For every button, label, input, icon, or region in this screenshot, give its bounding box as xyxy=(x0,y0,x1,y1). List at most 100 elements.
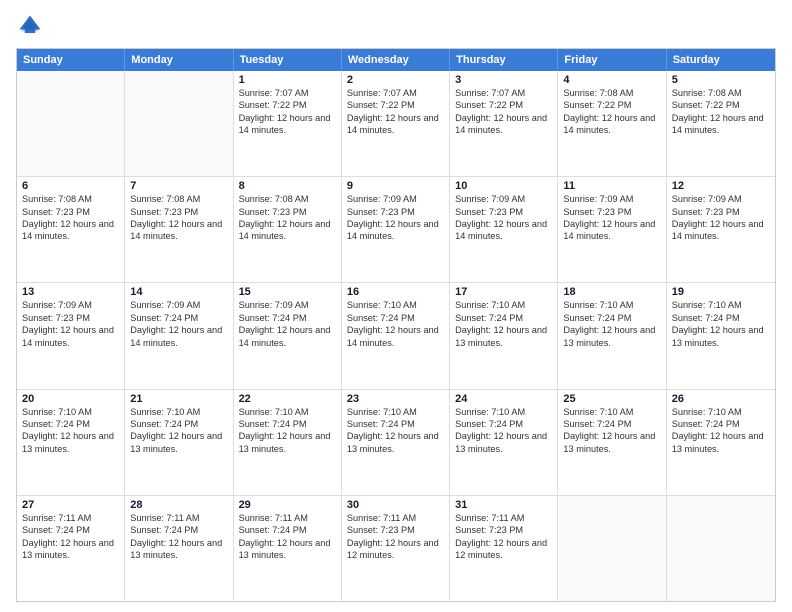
day-number: 10 xyxy=(455,180,552,192)
day-number: 28 xyxy=(130,499,227,511)
day-number: 20 xyxy=(22,393,119,405)
calendar-row-0: 1Sunrise: 7:07 AMSunset: 7:22 PMDaylight… xyxy=(17,71,775,176)
day-number: 17 xyxy=(455,286,552,298)
day-number: 11 xyxy=(563,180,660,192)
day-number: 29 xyxy=(239,499,336,511)
empty-cell xyxy=(17,71,125,176)
day-number: 7 xyxy=(130,180,227,192)
header-day-thursday: Thursday xyxy=(450,49,558,71)
calendar-header: SundayMondayTuesdayWednesdayThursdayFrid… xyxy=(17,49,775,71)
day-cell-24: 24Sunrise: 7:10 AMSunset: 7:24 PMDayligh… xyxy=(450,390,558,495)
day-cell-17: 17Sunrise: 7:10 AMSunset: 7:24 PMDayligh… xyxy=(450,283,558,388)
day-cell-12: 12Sunrise: 7:09 AMSunset: 7:23 PMDayligh… xyxy=(667,177,775,282)
calendar-row-4: 27Sunrise: 7:11 AMSunset: 7:24 PMDayligh… xyxy=(17,495,775,601)
day-cell-18: 18Sunrise: 7:10 AMSunset: 7:24 PMDayligh… xyxy=(558,283,666,388)
day-cell-23: 23Sunrise: 7:10 AMSunset: 7:24 PMDayligh… xyxy=(342,390,450,495)
day-info: Sunrise: 7:08 AMSunset: 7:22 PMDaylight:… xyxy=(563,87,660,137)
day-cell-4: 4Sunrise: 7:08 AMSunset: 7:22 PMDaylight… xyxy=(558,71,666,176)
day-info: Sunrise: 7:10 AMSunset: 7:24 PMDaylight:… xyxy=(455,299,552,349)
day-number: 2 xyxy=(347,74,444,86)
day-info: Sunrise: 7:08 AMSunset: 7:22 PMDaylight:… xyxy=(672,87,770,137)
header-day-tuesday: Tuesday xyxy=(234,49,342,71)
day-cell-20: 20Sunrise: 7:10 AMSunset: 7:24 PMDayligh… xyxy=(17,390,125,495)
day-info: Sunrise: 7:11 AMSunset: 7:23 PMDaylight:… xyxy=(347,512,444,562)
day-cell-25: 25Sunrise: 7:10 AMSunset: 7:24 PMDayligh… xyxy=(558,390,666,495)
day-info: Sunrise: 7:10 AMSunset: 7:24 PMDaylight:… xyxy=(672,406,770,456)
day-info: Sunrise: 7:11 AMSunset: 7:24 PMDaylight:… xyxy=(239,512,336,562)
day-number: 9 xyxy=(347,180,444,192)
day-info: Sunrise: 7:09 AMSunset: 7:23 PMDaylight:… xyxy=(22,299,119,349)
day-number: 24 xyxy=(455,393,552,405)
day-number: 25 xyxy=(563,393,660,405)
day-cell-5: 5Sunrise: 7:08 AMSunset: 7:22 PMDaylight… xyxy=(667,71,775,176)
calendar-row-3: 20Sunrise: 7:10 AMSunset: 7:24 PMDayligh… xyxy=(17,389,775,495)
day-cell-3: 3Sunrise: 7:07 AMSunset: 7:22 PMDaylight… xyxy=(450,71,558,176)
day-number: 4 xyxy=(563,74,660,86)
day-info: Sunrise: 7:09 AMSunset: 7:23 PMDaylight:… xyxy=(455,193,552,243)
day-cell-29: 29Sunrise: 7:11 AMSunset: 7:24 PMDayligh… xyxy=(234,496,342,601)
day-info: Sunrise: 7:07 AMSunset: 7:22 PMDaylight:… xyxy=(239,87,336,137)
day-number: 18 xyxy=(563,286,660,298)
day-number: 13 xyxy=(22,286,119,298)
day-number: 19 xyxy=(672,286,770,298)
day-info: Sunrise: 7:09 AMSunset: 7:24 PMDaylight:… xyxy=(130,299,227,349)
day-number: 30 xyxy=(347,499,444,511)
header-day-wednesday: Wednesday xyxy=(342,49,450,71)
day-number: 21 xyxy=(130,393,227,405)
day-info: Sunrise: 7:10 AMSunset: 7:24 PMDaylight:… xyxy=(563,299,660,349)
day-info: Sunrise: 7:08 AMSunset: 7:23 PMDaylight:… xyxy=(239,193,336,243)
day-info: Sunrise: 7:11 AMSunset: 7:24 PMDaylight:… xyxy=(22,512,119,562)
day-cell-27: 27Sunrise: 7:11 AMSunset: 7:24 PMDayligh… xyxy=(17,496,125,601)
day-number: 22 xyxy=(239,393,336,405)
day-number: 5 xyxy=(672,74,770,86)
day-number: 15 xyxy=(239,286,336,298)
day-info: Sunrise: 7:09 AMSunset: 7:23 PMDaylight:… xyxy=(347,193,444,243)
header xyxy=(16,12,776,40)
day-cell-31: 31Sunrise: 7:11 AMSunset: 7:23 PMDayligh… xyxy=(450,496,558,601)
day-info: Sunrise: 7:10 AMSunset: 7:24 PMDaylight:… xyxy=(455,406,552,456)
day-number: 23 xyxy=(347,393,444,405)
day-cell-14: 14Sunrise: 7:09 AMSunset: 7:24 PMDayligh… xyxy=(125,283,233,388)
calendar: SundayMondayTuesdayWednesdayThursdayFrid… xyxy=(16,48,776,602)
day-cell-7: 7Sunrise: 7:08 AMSunset: 7:23 PMDaylight… xyxy=(125,177,233,282)
day-info: Sunrise: 7:10 AMSunset: 7:24 PMDaylight:… xyxy=(239,406,336,456)
day-cell-22: 22Sunrise: 7:10 AMSunset: 7:24 PMDayligh… xyxy=(234,390,342,495)
day-cell-13: 13Sunrise: 7:09 AMSunset: 7:23 PMDayligh… xyxy=(17,283,125,388)
day-info: Sunrise: 7:10 AMSunset: 7:24 PMDaylight:… xyxy=(22,406,119,456)
day-info: Sunrise: 7:07 AMSunset: 7:22 PMDaylight:… xyxy=(455,87,552,137)
day-info: Sunrise: 7:10 AMSunset: 7:24 PMDaylight:… xyxy=(347,299,444,349)
day-cell-11: 11Sunrise: 7:09 AMSunset: 7:23 PMDayligh… xyxy=(558,177,666,282)
day-cell-30: 30Sunrise: 7:11 AMSunset: 7:23 PMDayligh… xyxy=(342,496,450,601)
day-info: Sunrise: 7:08 AMSunset: 7:23 PMDaylight:… xyxy=(130,193,227,243)
day-info: Sunrise: 7:08 AMSunset: 7:23 PMDaylight:… xyxy=(22,193,119,243)
empty-cell xyxy=(558,496,666,601)
calendar-row-1: 6Sunrise: 7:08 AMSunset: 7:23 PMDaylight… xyxy=(17,176,775,282)
day-cell-26: 26Sunrise: 7:10 AMSunset: 7:24 PMDayligh… xyxy=(667,390,775,495)
day-info: Sunrise: 7:09 AMSunset: 7:24 PMDaylight:… xyxy=(239,299,336,349)
day-info: Sunrise: 7:10 AMSunset: 7:24 PMDaylight:… xyxy=(130,406,227,456)
day-cell-8: 8Sunrise: 7:08 AMSunset: 7:23 PMDaylight… xyxy=(234,177,342,282)
logo xyxy=(16,12,48,40)
day-number: 12 xyxy=(672,180,770,192)
day-info: Sunrise: 7:10 AMSunset: 7:24 PMDaylight:… xyxy=(672,299,770,349)
day-number: 16 xyxy=(347,286,444,298)
empty-cell xyxy=(667,496,775,601)
page: SundayMondayTuesdayWednesdayThursdayFrid… xyxy=(0,0,792,612)
day-number: 3 xyxy=(455,74,552,86)
day-cell-1: 1Sunrise: 7:07 AMSunset: 7:22 PMDaylight… xyxy=(234,71,342,176)
day-info: Sunrise: 7:07 AMSunset: 7:22 PMDaylight:… xyxy=(347,87,444,137)
day-cell-6: 6Sunrise: 7:08 AMSunset: 7:23 PMDaylight… xyxy=(17,177,125,282)
day-info: Sunrise: 7:09 AMSunset: 7:23 PMDaylight:… xyxy=(672,193,770,243)
header-day-monday: Monday xyxy=(125,49,233,71)
day-cell-15: 15Sunrise: 7:09 AMSunset: 7:24 PMDayligh… xyxy=(234,283,342,388)
day-number: 8 xyxy=(239,180,336,192)
day-info: Sunrise: 7:09 AMSunset: 7:23 PMDaylight:… xyxy=(563,193,660,243)
calendar-row-2: 13Sunrise: 7:09 AMSunset: 7:23 PMDayligh… xyxy=(17,282,775,388)
day-cell-2: 2Sunrise: 7:07 AMSunset: 7:22 PMDaylight… xyxy=(342,71,450,176)
day-cell-21: 21Sunrise: 7:10 AMSunset: 7:24 PMDayligh… xyxy=(125,390,233,495)
day-cell-10: 10Sunrise: 7:09 AMSunset: 7:23 PMDayligh… xyxy=(450,177,558,282)
day-number: 27 xyxy=(22,499,119,511)
logo-icon xyxy=(16,12,44,40)
calendar-body: 1Sunrise: 7:07 AMSunset: 7:22 PMDaylight… xyxy=(17,71,775,601)
day-info: Sunrise: 7:10 AMSunset: 7:24 PMDaylight:… xyxy=(347,406,444,456)
